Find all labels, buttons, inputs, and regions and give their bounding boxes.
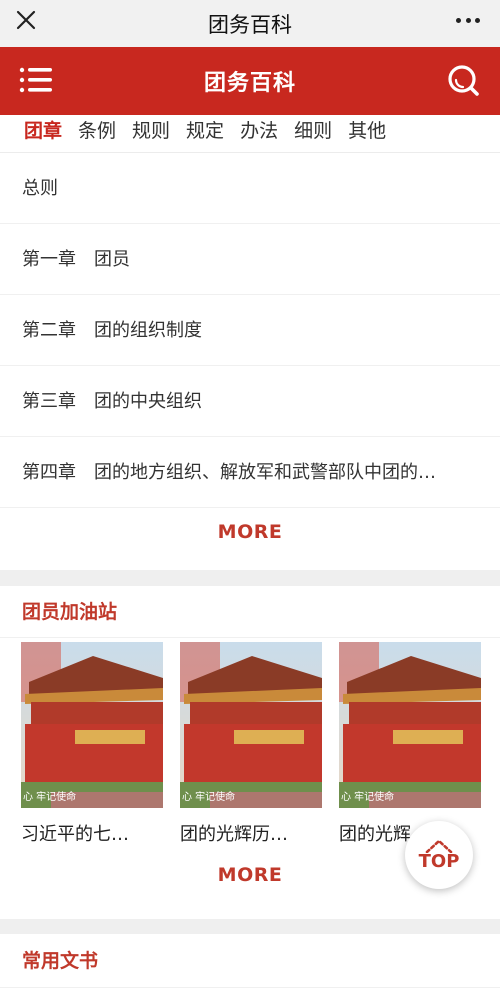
app-header: 团务百科 bbox=[0, 47, 500, 115]
article-card[interactable]: 心 牢记使命 团的光辉历… bbox=[180, 642, 322, 846]
top-label: TOP bbox=[418, 850, 460, 872]
back-to-top-button[interactable]: TOP bbox=[405, 821, 473, 889]
documents-card: 常用文书 bbox=[0, 934, 500, 1005]
image-caption-text: 心 牢记使命 bbox=[23, 790, 76, 803]
tab-xize[interactable]: 细则 bbox=[294, 115, 332, 147]
chapters-more-button[interactable]: MORE bbox=[0, 521, 500, 543]
list-item[interactable]: 第二章 团的组织制度 bbox=[0, 295, 500, 366]
close-icon[interactable] bbox=[14, 8, 38, 32]
webview-title-bar: 团务百科 bbox=[0, 0, 500, 47]
section-title: 常用文书 bbox=[0, 934, 500, 988]
tiananmen-image: 心 牢记使命 bbox=[339, 642, 481, 808]
menu-icon[interactable] bbox=[18, 65, 54, 95]
chapter-list: 总则 第一章 团员 第二章 团的组织制度 第三章 团的中央组织 第四章 团的地方… bbox=[0, 153, 500, 508]
list-item[interactable]: 第一章 团员 bbox=[0, 224, 500, 295]
tab-qita[interactable]: 其他 bbox=[348, 115, 386, 147]
tab-tuanzhang[interactable]: 团章 bbox=[24, 115, 62, 147]
header-title: 团务百科 bbox=[203, 71, 296, 96]
article-card[interactable]: 心 牢记使命 团的光辉 bbox=[339, 642, 481, 846]
search-icon[interactable] bbox=[446, 63, 480, 97]
article-caption: 习近平的七… bbox=[21, 824, 129, 845]
category-tabs: 团章 条例 规则 规定 办法 细则 其他 bbox=[0, 115, 500, 153]
image-caption-text: 心 牢记使命 bbox=[341, 790, 394, 803]
tab-tiaoli[interactable]: 条例 bbox=[78, 115, 116, 147]
tiananmen-image: 心 牢记使命 bbox=[180, 642, 322, 808]
article-caption: 团的光辉历… bbox=[180, 824, 288, 845]
more-dots-icon[interactable] bbox=[450, 8, 486, 32]
thumbnail-row: 心 牢记使命 习近平的七… 心 牢记使命 团的光辉历… 心 牢记使命 团的光辉 bbox=[0, 642, 500, 846]
section-title: 团员加油站 bbox=[0, 586, 500, 638]
list-item[interactable]: 总则 bbox=[0, 153, 500, 224]
window-title: 团务百科 bbox=[208, 12, 292, 37]
list-item[interactable]: 第三章 团的中央组织 bbox=[0, 366, 500, 437]
tab-banfa[interactable]: 办法 bbox=[240, 115, 278, 147]
article-card[interactable]: 心 牢记使命 习近平的七… bbox=[21, 642, 163, 846]
tiananmen-image: 心 牢记使命 bbox=[21, 642, 163, 808]
regulations-card: 团章 条例 规则 规定 办法 细则 其他 总则 第一章 团员 第二章 团的组织制… bbox=[0, 115, 500, 570]
image-caption-text: 心 牢记使命 bbox=[182, 790, 235, 803]
list-item[interactable]: 第四章 团的地方组织、解放军和武警部队中团的… bbox=[0, 437, 500, 508]
tab-guize[interactable]: 规则 bbox=[132, 115, 170, 147]
tab-guiding[interactable]: 规定 bbox=[186, 115, 224, 147]
